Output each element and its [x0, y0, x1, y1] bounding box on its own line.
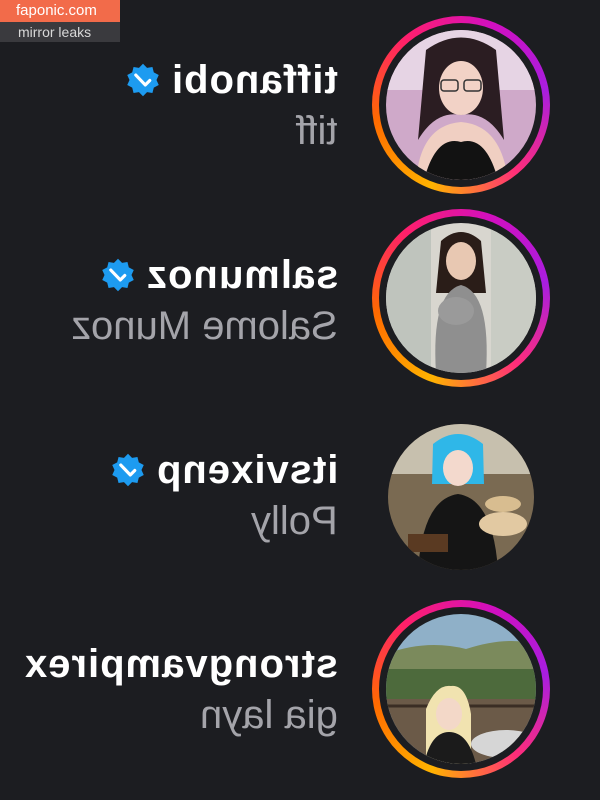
account-handle[interactable]: tiffanobi: [171, 58, 338, 102]
account-names: strongvampirex gia layn: [24, 642, 338, 738]
watermark-brand: faponic.com: [0, 0, 120, 22]
account-row-strongvampirex[interactable]: strongvampirex gia layn: [0, 600, 600, 790]
account-display-name: tiff: [296, 109, 338, 153]
account-display-name: Polly: [251, 499, 338, 543]
avatar-story-ring[interactable]: [372, 600, 550, 778]
avatar: [386, 223, 536, 373]
avatar-no-ring[interactable]: [372, 408, 550, 586]
avatar: [386, 614, 536, 764]
account-handle[interactable]: strongvampirex: [24, 642, 338, 686]
avatar-story-ring[interactable]: [372, 16, 550, 194]
watermark-subtitle: mirror leaks: [0, 22, 120, 42]
verified-badge-icon: [127, 63, 160, 97]
avatar: [386, 30, 536, 180]
watermark: faponic.com mirror leaks: [0, 0, 120, 42]
account-display-name: Salome Munoz: [71, 304, 338, 348]
account-display-name: gia layn: [200, 693, 338, 737]
account-names: itsvixenp Polly: [110, 448, 338, 544]
avatar: [388, 424, 534, 570]
account-handle[interactable]: salmunoz: [146, 253, 338, 297]
account-names: tiffanobi tiff: [125, 58, 338, 154]
account-row-itsvixenp[interactable]: itsvixenp Polly: [0, 410, 600, 600]
account-handle[interactable]: itsvixenp: [156, 448, 338, 492]
avatar-story-ring[interactable]: [372, 209, 550, 387]
account-names: salmunoz Salome Munoz: [71, 253, 338, 349]
verified-badge-icon: [111, 453, 144, 487]
verified-badge-icon: [101, 258, 134, 292]
account-row-salmunoz[interactable]: salmunoz Salome Munoz: [0, 205, 600, 395]
